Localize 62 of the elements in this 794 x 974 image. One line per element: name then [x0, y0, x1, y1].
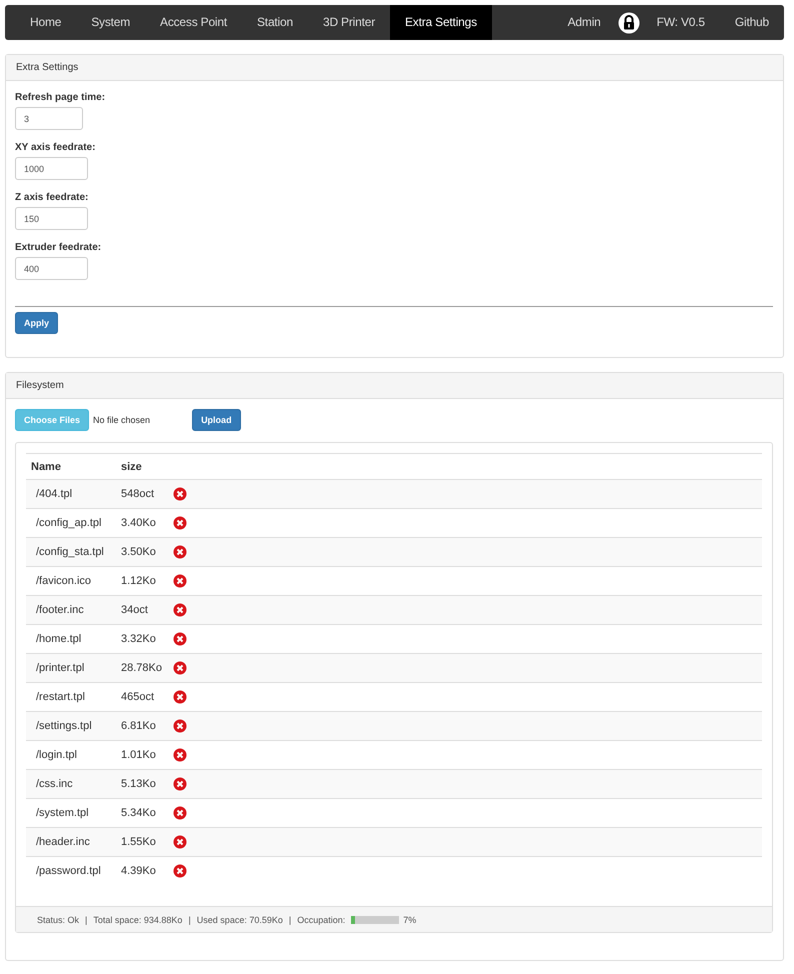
panel-title: Filesystem	[6, 373, 783, 399]
table-cell: 3.50Ko	[116, 538, 168, 566]
field-label: XY axis feedrate:	[15, 142, 96, 153]
table-cell: /password.tpl	[26, 856, 116, 885]
file-status: No file chosen	[93, 415, 150, 425]
input-field[interactable]: 3	[15, 107, 83, 130]
input-field[interactable]: 400	[15, 257, 88, 280]
field-label: Extruder feedrate:	[15, 242, 102, 253]
table-cell: /css.inc	[26, 770, 116, 798]
table-cell: /header.inc	[26, 828, 116, 856]
separator: |	[85, 914, 88, 924]
nav-tab[interactable]: System	[76, 5, 146, 40]
delete-icon[interactable]	[173, 632, 187, 646]
table-cell: 548oct	[116, 480, 168, 508]
nav-tab[interactable]: 3D Printer	[308, 5, 390, 40]
delete-icon[interactable]	[173, 719, 187, 733]
nav-tab[interactable]: Station	[242, 5, 308, 40]
nav-tab[interactable]: Home	[15, 5, 76, 40]
table-cell: 28.78Ko	[116, 654, 168, 682]
status-text: Occupation:	[297, 914, 346, 924]
delete-icon[interactable]	[173, 516, 187, 530]
table-cell: 1.55Ko	[116, 828, 168, 856]
delete-icon[interactable]	[173, 835, 187, 849]
table-cell: 6.81Ko	[116, 712, 168, 740]
lock-icon[interactable]	[618, 12, 640, 34]
upload-button[interactable]: Upload	[192, 409, 241, 431]
input-field[interactable]: 150	[15, 207, 88, 230]
apply-button[interactable]: Apply	[15, 312, 58, 334]
table-cell: 34oct	[116, 596, 168, 624]
table-cell: /printer.tpl	[26, 654, 116, 682]
delete-icon[interactable]	[173, 864, 187, 878]
delete-icon[interactable]	[173, 661, 187, 675]
status-text: Total space: 934.88Ko	[93, 914, 182, 924]
nav-link[interactable]: FW: V0.5	[642, 5, 720, 40]
table-cell: 5.13Ko	[116, 770, 168, 798]
occupation-bar	[351, 916, 400, 924]
input-field[interactable]: 1000	[15, 157, 88, 180]
field-label: Refresh page time:	[15, 92, 106, 103]
occupation-reading: 7%	[403, 914, 416, 924]
delete-icon[interactable]	[173, 748, 187, 762]
field-label: Z axis feedrate:	[15, 192, 90, 203]
delete-icon[interactable]	[173, 777, 187, 791]
delete-icon[interactable]	[173, 574, 187, 588]
panel-title: Extra Settings	[6, 55, 783, 81]
nav-tab[interactable]: Extra Settings	[390, 5, 492, 40]
delete-icon[interactable]	[173, 545, 187, 559]
separator: |	[188, 914, 191, 924]
delete-icon[interactable]	[173, 690, 187, 704]
nav-link[interactable]: Admin	[552, 5, 616, 40]
table-cell: /footer.inc	[26, 596, 116, 624]
nav-tab[interactable]: Access Point	[145, 5, 242, 40]
status-text: Status: Ok	[37, 914, 80, 924]
table-cell: 4.39Ko	[116, 856, 168, 885]
delete-icon[interactable]	[173, 806, 187, 820]
nav-link[interactable]: Github	[720, 5, 784, 40]
table-cell: /settings.tpl	[26, 712, 116, 740]
status-text: Used space: 70.59Ko	[196, 914, 283, 924]
separator: |	[288, 914, 292, 924]
delete-icon[interactable]	[173, 487, 187, 501]
delete-icon[interactable]	[173, 603, 187, 617]
table-cell: /404.tpl	[26, 480, 116, 508]
table-cell: /config_sta.tpl	[26, 538, 116, 566]
